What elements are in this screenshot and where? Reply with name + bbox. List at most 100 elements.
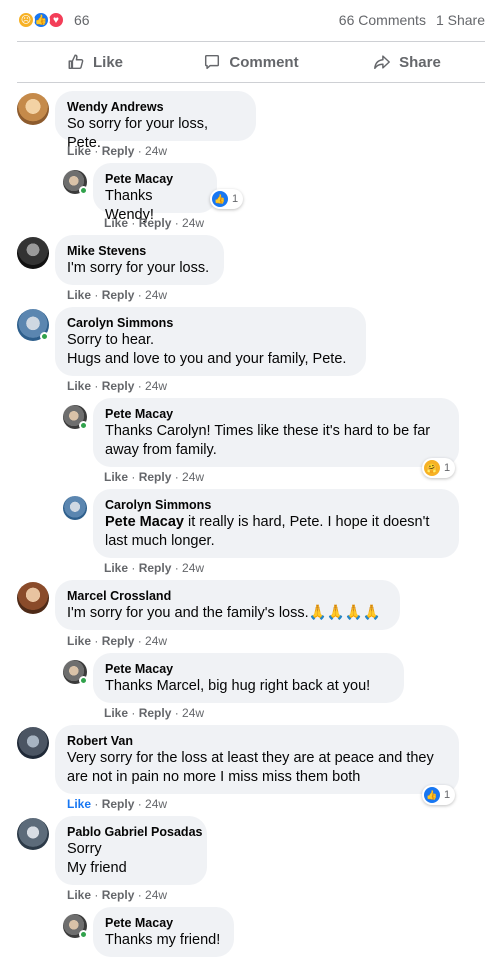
- comment-text: Thanks my friend!: [105, 932, 221, 948]
- avatar[interactable]: [17, 237, 49, 269]
- like-link[interactable]: Like: [67, 634, 91, 648]
- like-link[interactable]: Like: [67, 288, 91, 302]
- comment-meta: Like · Reply · 24w: [67, 797, 168, 811]
- share-button-label: Share: [399, 53, 441, 71]
- comment-reaction-badge[interactable]: 👍 1: [210, 189, 244, 209]
- comment-bubble: Marcel Crossland I'm sorry for you and t…: [55, 580, 400, 630]
- comment-meta: Like · Reply · 24w: [67, 144, 168, 158]
- comment-text: Sorry to hear.: [67, 332, 155, 348]
- comment-bubble: Robert Van Very sorry for the loss at le…: [55, 725, 459, 794]
- like-link[interactable]: Like: [67, 379, 91, 393]
- online-status-dot: [79, 421, 88, 430]
- comment-author[interactable]: Pete Macay: [105, 171, 205, 187]
- care-reaction-icon: 🤗: [424, 460, 440, 476]
- online-status-dot: [40, 332, 49, 341]
- like-link[interactable]: Like: [104, 470, 128, 484]
- reply-link[interactable]: Reply: [139, 216, 172, 230]
- like-link[interactable]: Like: [67, 888, 91, 902]
- comment-bubble: Pete Macay Thanks my friend!: [93, 907, 234, 957]
- comment-meta: Like · Reply · 24w: [104, 470, 205, 484]
- like-link[interactable]: Like: [104, 561, 128, 575]
- comment-author[interactable]: Marcel Crossland: [67, 588, 388, 604]
- comment-reaction-badge[interactable]: 👍 1: [422, 785, 456, 805]
- reply-link[interactable]: Reply: [102, 888, 135, 902]
- comment-meta: Like · Reply · 24w: [104, 561, 205, 575]
- timestamp[interactable]: 24w: [145, 797, 167, 811]
- comment-bubble: Pete Macay Thanks Carolyn! Times like th…: [93, 398, 459, 467]
- reaction-count: 1: [232, 193, 239, 205]
- comment-text: I'm sorry for you and the family's loss.…: [67, 605, 381, 621]
- comment-text: Thanks Carolyn! Times like these it's ha…: [105, 423, 431, 439]
- comment-text: it really is hard, Pete. I hope it doesn…: [184, 514, 430, 530]
- timestamp[interactable]: 24w: [182, 470, 204, 484]
- reply-link[interactable]: Reply: [102, 379, 135, 393]
- reaction-count[interactable]: 66: [74, 12, 90, 28]
- timestamp[interactable]: 24w: [145, 288, 167, 302]
- comment-author[interactable]: Robert Van: [67, 733, 447, 749]
- mention-link[interactable]: Pete Macay: [105, 514, 184, 530]
- comment-bubble: Pablo Gabriel Posadas Sorry My friend: [55, 816, 207, 885]
- reply-link[interactable]: Reply: [139, 561, 172, 575]
- online-status-dot: [79, 186, 88, 195]
- reply-link[interactable]: Reply: [102, 797, 135, 811]
- comment-author[interactable]: Carolyn Simmons: [105, 497, 447, 513]
- comment-author[interactable]: Pete Macay: [105, 915, 222, 931]
- comment-author[interactable]: Pablo Gabriel Posadas: [67, 824, 202, 840]
- reply-link[interactable]: Reply: [102, 288, 135, 302]
- comment-author[interactable]: Carolyn Simmons: [67, 315, 354, 331]
- like-reaction-icon: 👍: [212, 191, 228, 207]
- reply-link[interactable]: Reply: [102, 634, 135, 648]
- comment-bubble: Carolyn Simmons Sorry to hear. Hugs and …: [55, 307, 366, 376]
- avatar[interactable]: [17, 727, 49, 759]
- comment-meta: Like · Reply · 24w: [67, 634, 168, 648]
- reply-link[interactable]: Reply: [139, 470, 172, 484]
- comment-text: Sorry: [67, 841, 102, 857]
- online-status-dot: [79, 930, 88, 939]
- timestamp[interactable]: 24w: [145, 144, 167, 158]
- comment-text: Very sorry for the loss at least they ar…: [67, 750, 434, 766]
- avatar[interactable]: [17, 582, 49, 614]
- comment-bubble: Mike Stevens I'm sorry for your loss.: [55, 235, 224, 285]
- comment-text: are not in pain no more I miss miss them…: [67, 769, 361, 785]
- comment-author[interactable]: Mike Stevens: [67, 243, 212, 259]
- divider: [17, 41, 485, 42]
- comment-reaction-badge[interactable]: 🤗 1: [422, 458, 456, 478]
- reaction-count: 1: [444, 789, 451, 801]
- timestamp[interactable]: 24w: [182, 561, 204, 575]
- comment-meta: Like · Reply · 24w: [104, 216, 205, 230]
- divider: [17, 82, 485, 83]
- avatar[interactable]: [17, 818, 49, 850]
- like-button[interactable]: Like: [17, 45, 173, 79]
- comment-meta: Like · Reply · 24w: [67, 288, 168, 302]
- sad-reaction-icon: ☹: [17, 11, 35, 29]
- share-button[interactable]: Share: [329, 45, 485, 79]
- comment-author[interactable]: Pete Macay: [105, 661, 392, 677]
- timestamp[interactable]: 24w: [145, 634, 167, 648]
- reaction-icons[interactable]: ☹ 👍 ♥ 66: [17, 11, 90, 29]
- reply-link[interactable]: Reply: [102, 144, 135, 158]
- comment-button[interactable]: Comment: [173, 45, 329, 79]
- comment-text: My friend: [67, 860, 127, 876]
- avatar[interactable]: [63, 496, 87, 520]
- shares-count[interactable]: 1 Share: [436, 12, 485, 28]
- timestamp[interactable]: 24w: [145, 888, 167, 902]
- reaction-count: 1: [444, 462, 451, 474]
- timestamp[interactable]: 24w: [182, 216, 204, 230]
- comment-meta: Like · Reply · 24w: [67, 888, 168, 902]
- comment-bubble: Pete Macay Thanks Marcel, big hug right …: [93, 653, 404, 703]
- avatar[interactable]: [17, 93, 49, 125]
- timestamp[interactable]: 24w: [182, 706, 204, 720]
- comment-author[interactable]: Pete Macay: [105, 406, 447, 422]
- like-link[interactable]: Like: [67, 144, 91, 158]
- like-reaction-icon: 👍: [424, 787, 440, 803]
- timestamp[interactable]: 24w: [145, 379, 167, 393]
- like-link[interactable]: Like: [67, 797, 91, 811]
- like-link[interactable]: Like: [104, 706, 128, 720]
- comments-count[interactable]: 66 Comments: [339, 12, 426, 28]
- comment-bubble: Wendy Andrews So sorry for your loss, Pe…: [55, 91, 256, 151]
- action-bar: Like Comment Share: [17, 45, 485, 79]
- reply-link[interactable]: Reply: [139, 706, 172, 720]
- comment-text: I'm sorry for your loss.: [67, 260, 210, 276]
- like-link[interactable]: Like: [104, 216, 128, 230]
- comment-author[interactable]: Wendy Andrews: [67, 99, 244, 115]
